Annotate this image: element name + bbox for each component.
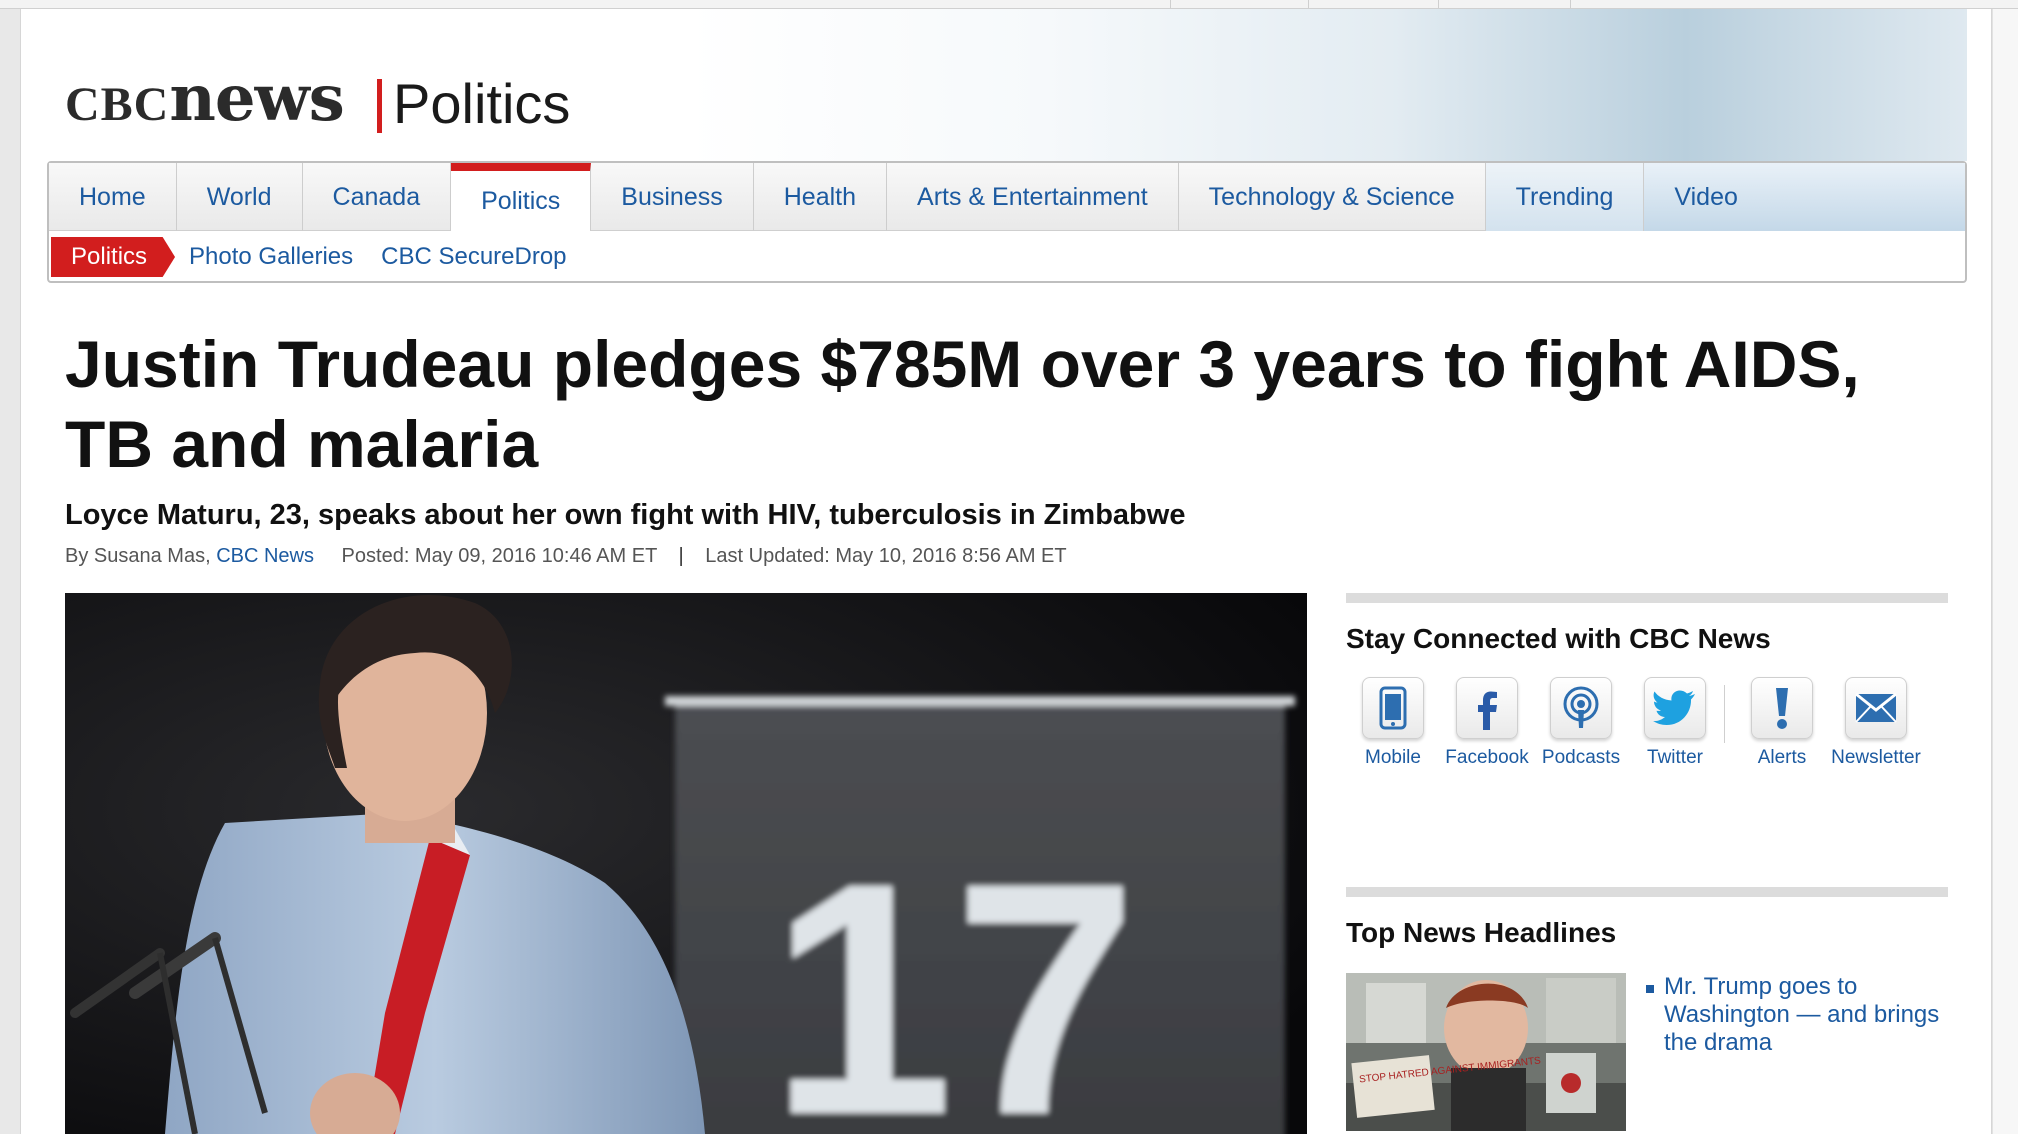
top-news-link[interactable]: Mr. Trump goes to Washington — and bring… bbox=[1646, 973, 1954, 1131]
sub-navigation: Politics Photo Galleries CBC SecureDrop bbox=[49, 233, 581, 281]
envelope-icon bbox=[1845, 677, 1907, 739]
social-newsletter-button[interactable]: Newsletter bbox=[1829, 677, 1923, 769]
logo-news-text: news bbox=[169, 61, 344, 136]
facebook-icon bbox=[1456, 677, 1518, 739]
top-news-title: Top News Headlines bbox=[1346, 917, 1617, 948]
tab-world[interactable]: World bbox=[177, 163, 303, 231]
social-facebook-label: Facebook bbox=[1445, 747, 1529, 768]
social-divider bbox=[1724, 685, 1725, 743]
podcast-icon bbox=[1550, 677, 1612, 739]
tab-video[interactable]: Video bbox=[1644, 163, 1965, 231]
social-podcasts-label: Podcasts bbox=[1541, 747, 1621, 768]
byline-source-link[interactable]: CBC News bbox=[216, 545, 314, 567]
subnav-photo-galleries[interactable]: Photo Galleries bbox=[189, 243, 353, 271]
photo-sign-number: 17 bbox=[770, 814, 1137, 1134]
sidebar-rule bbox=[1346, 593, 1948, 603]
tab-technology-science[interactable]: Technology & Science bbox=[1179, 163, 1486, 231]
social-links: Mobile Facebook Podcasts Twitter Alerts … bbox=[1346, 677, 1948, 769]
subnav-current-politics[interactable]: Politics bbox=[51, 237, 176, 277]
tab-politics[interactable]: Politics bbox=[451, 163, 592, 231]
sidebar: Stay Connected with CBC News Mobile Face… bbox=[1346, 593, 1948, 1131]
bullet-icon bbox=[1646, 985, 1654, 993]
browser-top-strip bbox=[0, 0, 2018, 9]
social-twitter-label: Twitter bbox=[1647, 747, 1703, 768]
article-subheadline: Loyce Maturu, 23, speaks about her own f… bbox=[65, 499, 1186, 531]
updated-date: Last Updated: May 10, 2016 8:56 AM ET bbox=[705, 545, 1067, 567]
social-facebook-button[interactable]: Facebook bbox=[1440, 677, 1534, 769]
social-twitter-button[interactable]: Twitter bbox=[1628, 677, 1722, 769]
social-mobile-label: Mobile bbox=[1365, 747, 1421, 768]
posted-date: Posted: May 09, 2016 10:46 AM ET bbox=[341, 545, 657, 567]
tab-trending[interactable]: Trending bbox=[1485, 163, 1645, 231]
social-alerts-button[interactable]: Alerts bbox=[1735, 677, 1829, 769]
tab-business[interactable]: Business bbox=[591, 163, 754, 231]
tab-canada[interactable]: Canada bbox=[303, 163, 452, 231]
tab-home[interactable]: Home bbox=[49, 163, 177, 231]
top-news-headline[interactable]: Mr. Trump goes to Washington — and bring… bbox=[1664, 973, 1954, 1131]
social-alerts-label: Alerts bbox=[1757, 747, 1807, 768]
logo-cbc-text: CBC bbox=[65, 78, 170, 131]
social-mobile-button[interactable]: Mobile bbox=[1346, 677, 1440, 769]
page: CBCnews Politics Home World Canada Polit… bbox=[20, 9, 1992, 1134]
nav-tabs: Home World Canada Politics Business Heal… bbox=[49, 163, 1965, 231]
byline-separator: | bbox=[678, 545, 684, 567]
article-byline: By Susana Mas, CBC News Posted: May 09, … bbox=[65, 545, 1067, 568]
main-navigation: Home World Canada Politics Business Heal… bbox=[47, 161, 1967, 283]
mobile-icon bbox=[1362, 677, 1424, 739]
section-divider-bar bbox=[377, 79, 382, 133]
stay-connected-title: Stay Connected with CBC News bbox=[1346, 623, 1771, 654]
top-news-item[interactable]: STOP HATRED AGAINST IMMIGRANTS Mr. Trump… bbox=[1346, 973, 1948, 1131]
tab-arts-entertainment[interactable]: Arts & Entertainment bbox=[887, 163, 1179, 231]
cbc-news-logo[interactable]: CBCnews bbox=[65, 61, 345, 136]
twitter-icon bbox=[1644, 677, 1706, 739]
subnav-cbc-securedrop[interactable]: CBC SecureDrop bbox=[381, 243, 566, 271]
social-podcasts-button[interactable]: Podcasts bbox=[1534, 677, 1628, 769]
tab-health[interactable]: Health bbox=[754, 163, 888, 231]
top-news-thumbnail[interactable]: STOP HATRED AGAINST IMMIGRANTS bbox=[1346, 973, 1626, 1131]
article-headline: Justin Trudeau pledges $785M over 3 year… bbox=[65, 327, 1860, 481]
top-news-rule bbox=[1346, 887, 1948, 897]
masthead-news-artwork bbox=[687, 9, 1967, 161]
social-newsletter-label: Newsletter bbox=[1831, 747, 1921, 768]
scrollbar[interactable] bbox=[1992, 9, 2018, 1134]
top-news-section: Top News Headlines STOP HATRED AGAINST I… bbox=[1346, 887, 1948, 1131]
article-photo[interactable]: 17 bbox=[65, 593, 1307, 1134]
masthead: CBCnews Politics bbox=[21, 9, 1993, 161]
alert-icon bbox=[1751, 677, 1813, 739]
section-title[interactable]: Politics bbox=[393, 71, 570, 136]
byline-author: By Susana Mas, bbox=[65, 545, 211, 567]
